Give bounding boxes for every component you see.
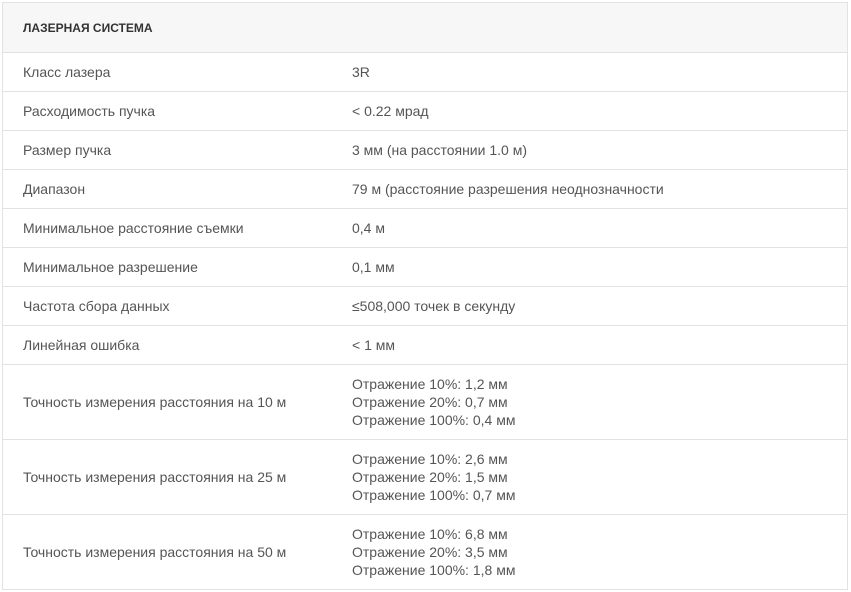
row-value: Отражение 10%: 2,6 мм Отражение 20%: 1,5…: [352, 450, 847, 504]
table-row-beam-size: Размер пучка 3 мм (на расстоянии 1.0 м): [3, 131, 847, 170]
row-label: Частота сбора данных: [23, 298, 170, 314]
table-row-beam-divergence: Расходимость пучка < 0.22 мрад: [3, 92, 847, 131]
row-label: Точность измерения расстояния на 50 м: [23, 544, 287, 560]
section-header: ЛАЗЕРНАЯ СИСТЕМА: [3, 3, 847, 53]
row-label: Минимальное разрешение: [23, 259, 198, 275]
value-line: Отражение 100%: 0,7 мм: [352, 487, 516, 503]
row-value: Отражение 10%: 1,2 мм Отражение 20%: 0,7…: [352, 375, 847, 429]
value-line: Отражение 100%: 1,8 мм: [352, 562, 516, 578]
value-line: Отражение 10%: 2,6 мм: [352, 451, 508, 467]
section-title: ЛАЗЕРНАЯ СИСТЕМА: [23, 20, 153, 35]
row-value: 0,1 мм: [352, 259, 395, 275]
table-row-laser-class: Класс лазера 3R: [3, 53, 847, 92]
row-label: Размер пучка: [23, 142, 112, 158]
table-row-min-resolution: Минимальное разрешение 0,1 мм: [3, 248, 847, 287]
row-label: Точность измерения расстояния на 10 м: [23, 394, 287, 410]
table-row-accuracy-50m: Точность измерения расстояния на 50 м От…: [3, 515, 847, 590]
table-row-linear-error: Линейная ошибка < 1 мм: [3, 326, 847, 365]
row-value: Отражение 10%: 6,8 мм Отражение 20%: 3,5…: [352, 525, 847, 579]
value-line: Отражение 20%: 1,5 мм: [352, 469, 508, 485]
row-label: Расходимость пучка: [23, 103, 156, 119]
value-line: Отражение 20%: 3,5 мм: [352, 544, 508, 560]
table-row-data-rate: Частота сбора данных ≤508,000 точек в се…: [3, 287, 847, 326]
row-value: 79 м (расстояние разрешения неоднозначно…: [352, 181, 664, 197]
row-value: 3 мм (на расстоянии 1.0 м): [352, 142, 527, 158]
table-row-range: Диапазон 79 м (расстояние разрешения нео…: [3, 170, 847, 209]
row-value: 3R: [352, 64, 370, 80]
value-line: Отражение 10%: 1,2 мм: [352, 376, 508, 392]
row-label: Класс лазера: [23, 64, 111, 80]
row-label: Линейная ошибка: [23, 337, 140, 353]
table-row-min-distance: Минимальное расстояние съемки 0,4 м: [3, 209, 847, 248]
value-line: Отражение 20%: 0,7 мм: [352, 394, 508, 410]
value-line: Отражение 100%: 0,4 мм: [352, 412, 516, 428]
value-line: Отражение 10%: 6,8 мм: [352, 526, 508, 542]
row-label: Минимальное расстояние съемки: [23, 220, 244, 236]
row-value: 0,4 м: [352, 220, 385, 236]
spec-table: ЛАЗЕРНАЯ СИСТЕМА Класс лазера 3R Расходи…: [2, 2, 848, 590]
row-value: < 1 мм: [352, 337, 395, 353]
row-value: ≤508,000 точек в секунду: [352, 298, 516, 314]
row-label: Точность измерения расстояния на 25 м: [23, 469, 287, 485]
row-label: Диапазон: [23, 181, 86, 197]
table-row-accuracy-10m: Точность измерения расстояния на 10 м От…: [3, 365, 847, 440]
table-row-accuracy-25m: Точность измерения расстояния на 25 м От…: [3, 440, 847, 515]
row-value: < 0.22 мрад: [352, 103, 429, 119]
